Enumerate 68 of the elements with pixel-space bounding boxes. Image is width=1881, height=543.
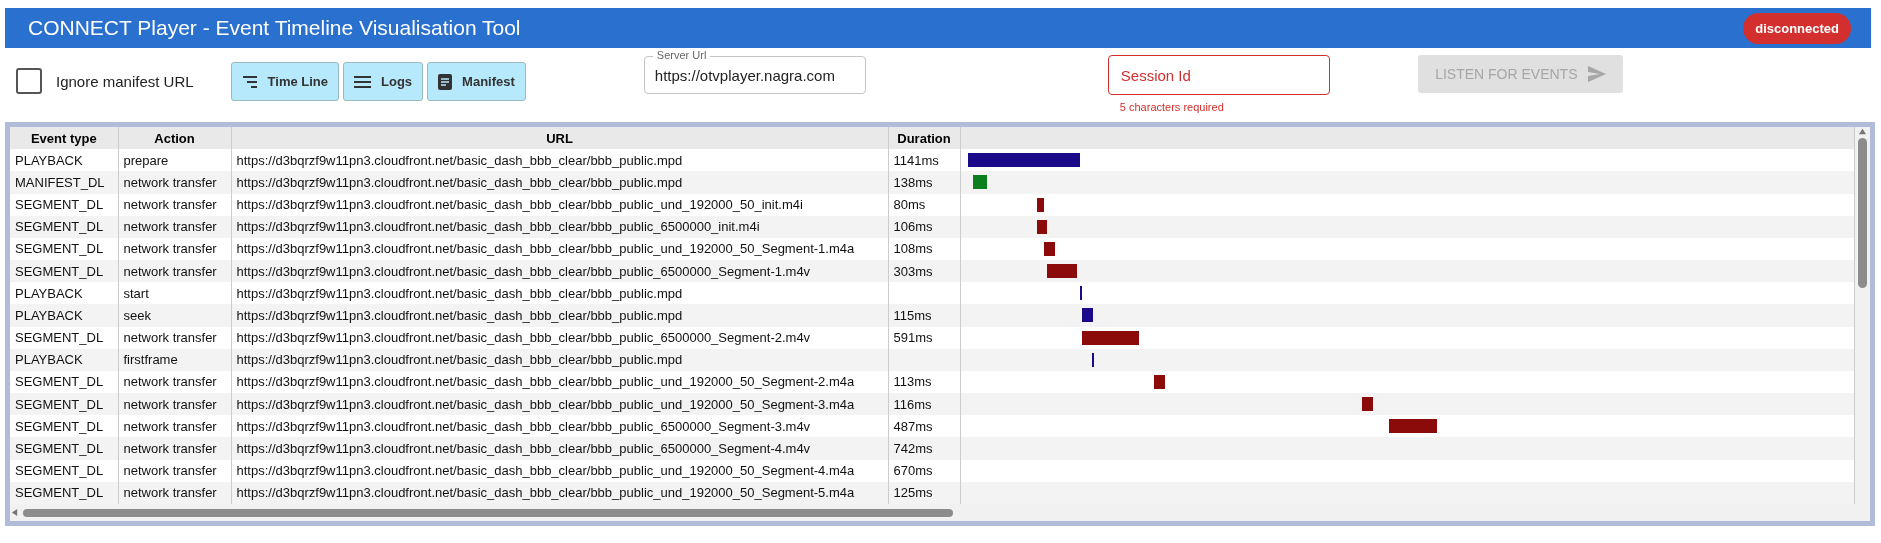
table-cell: firstframe bbox=[118, 348, 231, 371]
table-cell: SEGMENT_DL bbox=[10, 215, 118, 238]
table-cell: SEGMENT_DL bbox=[10, 481, 118, 504]
left-arrow-icon[interactable] bbox=[10, 508, 19, 517]
table-cell: https://d3bqrzf9w11pn3.cloudfront.net/basic_dash_bbb_clear/bbb_public_und_192000_50_Segment-3.m4a bbox=[231, 393, 888, 416]
view-button[interactable]: Manifest bbox=[427, 62, 526, 101]
menu-icon bbox=[354, 75, 372, 88]
table-cell: https://d3bqrzf9w11pn3.cloudfront.net/basic_dash_bbb_clear/bbb_public_und_192000_50_init.m4i bbox=[231, 193, 888, 216]
table-cell: 116ms bbox=[888, 393, 960, 416]
table-cell: network transfer bbox=[118, 215, 231, 238]
vertical-scrollbar[interactable] bbox=[1855, 127, 1870, 504]
table-cell: https://d3bqrzf9w11pn3.cloudfront.net/basic_dash_bbb_clear/bbb_public_6500000_Segment-1.m4v bbox=[231, 260, 888, 283]
table-cell: network transfer bbox=[118, 459, 231, 482]
document-icon bbox=[438, 73, 453, 90]
table-cell: network transfer bbox=[118, 326, 231, 349]
horizontal-scrollbar[interactable] bbox=[10, 504, 1870, 521]
table-cell: PLAYBACK bbox=[10, 304, 118, 327]
error-text: 5 characters required bbox=[1119, 101, 1225, 113]
table-cell: MANIFEST_DL bbox=[10, 171, 118, 194]
up-arrow-icon[interactable] bbox=[1858, 127, 1867, 136]
checkbox[interactable] bbox=[16, 68, 42, 94]
table-cell: SEGMENT_DL bbox=[10, 260, 118, 283]
connection-status: disconnected bbox=[1743, 12, 1851, 44]
table-cell: SEGMENT_DL bbox=[10, 326, 118, 349]
table-cell: network transfer bbox=[118, 260, 231, 283]
table-cell: 80ms bbox=[888, 193, 960, 216]
view-button[interactable]: Time Line bbox=[230, 62, 340, 101]
table-cell: SEGMENT_DL bbox=[10, 193, 118, 216]
table-cell: SEGMENT_DL bbox=[10, 393, 118, 416]
table-cell: https://d3bqrzf9w11pn3.cloudfront.net/basic_dash_bbb_clear/bbb_public_und_192000_50_Segment-5.m4a bbox=[231, 481, 888, 504]
table-cell: https://d3bqrzf9w11pn3.cloudfront.net/basic_dash_bbb_clear/bbb_public_6500000_init.m4i bbox=[231, 215, 888, 238]
table-cell: network transfer bbox=[118, 481, 231, 504]
session-id-field[interactable]: Session Id bbox=[1107, 55, 1330, 95]
table-cell: 742ms bbox=[888, 437, 960, 460]
table-cell: 591ms bbox=[888, 326, 960, 349]
column-header[interactable]: Action bbox=[118, 127, 231, 150]
table-cell: network transfer bbox=[118, 193, 231, 216]
table-cell: network transfer bbox=[118, 393, 231, 416]
column-header[interactable]: Event type bbox=[10, 127, 118, 150]
field-label: Server Url bbox=[652, 49, 711, 61]
scrollbar-thumb[interactable] bbox=[1858, 138, 1867, 288]
table-cell: https://d3bqrzf9w11pn3.cloudfront.net/basic_dash_bbb_clear/bbb_public.mpd bbox=[231, 304, 888, 327]
table-cell: https://d3bqrzf9w11pn3.cloudfront.net/basic_dash_bbb_clear/bbb_public_6500000_Segment-2.m4v bbox=[231, 326, 888, 349]
table-cell: 138ms bbox=[888, 171, 960, 194]
table-cell: 106ms bbox=[888, 215, 960, 238]
table-cell: 115ms bbox=[888, 304, 960, 327]
column-header[interactable]: Duration bbox=[888, 127, 960, 150]
checkbox-label: Ignore manifest URL bbox=[56, 72, 194, 90]
scrollbar-thumb[interactable] bbox=[23, 508, 953, 517]
table-cell: SEGMENT_DL bbox=[10, 459, 118, 482]
table-cell: https://d3bqrzf9w11pn3.cloudfront.net/basic_dash_bbb_clear/bbb_public_6500000_Segment-4.m4v bbox=[231, 437, 888, 460]
app-title: CONNECT Player - Event Timeline Visualisation Tool bbox=[28, 16, 521, 40]
send-icon bbox=[1587, 66, 1606, 82]
table-cell: SEGMENT_DL bbox=[10, 437, 118, 460]
table-cell: 670ms bbox=[888, 459, 960, 482]
table-cell: https://d3bqrzf9w11pn3.cloudfront.net/basic_dash_bbb_clear/bbb_public.mpd bbox=[231, 348, 888, 371]
table-cell: seek bbox=[118, 304, 231, 327]
table-cell: https://d3bqrzf9w11pn3.cloudfront.net/basic_dash_bbb_clear/bbb_public.mpd bbox=[231, 171, 888, 194]
lines-icon bbox=[241, 75, 258, 88]
table-cell: PLAYBACK bbox=[10, 348, 118, 371]
table-cell: network transfer bbox=[118, 171, 231, 194]
table-cell: network transfer bbox=[118, 437, 231, 460]
table-cell: 125ms bbox=[888, 481, 960, 504]
url-input[interactable]: https://otvplayer.nagra.com bbox=[644, 66, 865, 84]
view-button[interactable]: Logs bbox=[343, 62, 424, 101]
column-header[interactable]: URL bbox=[231, 127, 888, 150]
table-cell: 303ms bbox=[888, 260, 960, 283]
table-cell: https://d3bqrzf9w11pn3.cloudfront.net/basic_dash_bbb_clear/bbb_public_und_192000_50_Segment-4.m4a bbox=[231, 459, 888, 482]
